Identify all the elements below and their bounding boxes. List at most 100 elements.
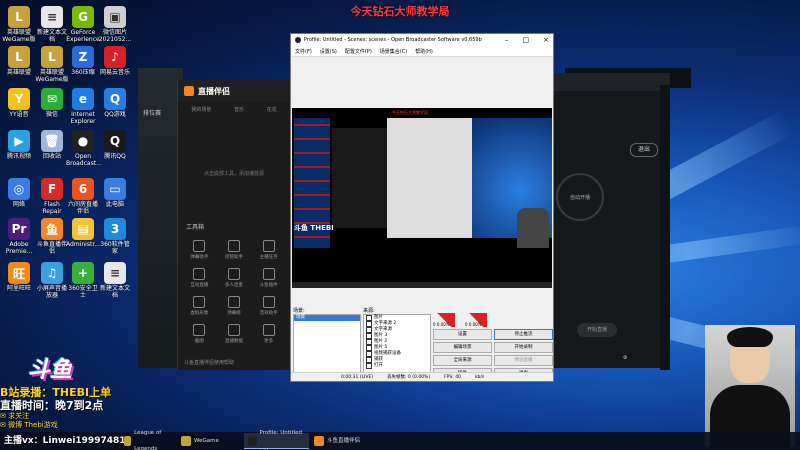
desktop-icon-label: 新建文本文档 [99, 285, 130, 299]
desktop-icon[interactable]: ✉ 微信 [35, 88, 69, 118]
desktop-icon[interactable]: ▶ 腾讯视频 [2, 130, 36, 160]
webcam-overlay [705, 325, 795, 447]
obs-logo-icon [295, 37, 301, 43]
desktop-icon[interactable]: Z 360压缩 [66, 46, 100, 76]
obs-button[interactable]: 设置 [433, 329, 492, 340]
tool-icon [262, 324, 275, 336]
toolbox-item[interactable]: 音效助手 [251, 296, 286, 316]
right-side-strip [660, 85, 670, 370]
taskbar-item-label: 斗鱼直播伴侣 [327, 438, 361, 444]
obs-window-title: Profile: Untitled - Scenes: scenes - Ope… [304, 37, 482, 43]
desktop-icon[interactable]: Y YY语音 [2, 88, 36, 118]
desktop-icon[interactable]: 🗑 回收站 [35, 130, 69, 160]
dropped-frames: 丢失帧数: 0 (0.00%) [387, 375, 431, 380]
toolbox-item[interactable]: 直播数据 [217, 324, 252, 344]
auto-stream-toggle[interactable]: 自动开播 [556, 173, 604, 221]
obs-button[interactable]: 开始录制 [494, 342, 553, 353]
menu-scene-collection[interactable]: 场景集合(C) [380, 48, 407, 55]
desktop-icon[interactable]: 鱼斗鱼直播伴侣 [35, 218, 69, 255]
toolbox-item[interactable]: 截图 [182, 324, 217, 344]
desktop-icon[interactable]: e Internet Explorer [66, 88, 100, 125]
start-stream-button[interactable]: 开始直播 [577, 323, 617, 337]
desktop-icon[interactable]: ▣ 微信图片 2021052... [98, 6, 132, 43]
source-visibility-checkbox[interactable] [366, 363, 372, 369]
maximize-icon[interactable]: □ [523, 34, 530, 46]
toolbox-item-label: 弹幕姬 [227, 311, 241, 316]
desktop-app-icon: e [72, 88, 94, 110]
scene-item[interactable]: 场景 [294, 315, 360, 321]
taskbar-item[interactable]: WeGame [177, 433, 242, 449]
menu-profile[interactable]: 配置文件(P) [345, 48, 372, 55]
toolbox-item[interactable]: 房管助手 [217, 240, 252, 260]
desktop-icon[interactable]: Q QQ游戏 [98, 88, 132, 118]
settings-gear-icon[interactable]: ⚙ [623, 355, 627, 361]
desktop-app-icon: Pr [8, 218, 30, 240]
exit-button[interactable]: 退出 [630, 143, 658, 157]
desktop-app-icon: Y [8, 88, 30, 110]
desktop-icon[interactable]: ♫ 小屏声音播放器 [35, 262, 69, 299]
obs-button[interactable]: 编辑场景 [433, 342, 492, 353]
tool-icon [193, 240, 206, 252]
minimize-icon[interactable]: – [505, 34, 509, 46]
taskbar-item-label: Profile: Untitled - ... [259, 429, 303, 450]
obs-button[interactable]: 全局来源 [433, 355, 492, 366]
scenes-list[interactable]: 场景 [293, 314, 361, 376]
desktop-icon-label: QQ游戏 [104, 111, 126, 118]
desktop-icon[interactable]: L 英雄联盟 WeGame版 [2, 6, 36, 43]
desktop-icon[interactable]: 3 360软件管家 [98, 218, 132, 255]
desktop-icon[interactable]: ≡ 新建文本文档 [98, 262, 132, 299]
toolbox-item[interactable]: 主播任务 [251, 240, 286, 260]
desktop-icon[interactable]: G GeForce Experience [66, 6, 100, 43]
obs-button[interactable]: 预览直播 [494, 355, 553, 366]
toolbox-item-label: 截图 [194, 339, 204, 344]
stream-time: 0:00:31 (LIVE) [341, 375, 374, 380]
preview-launcher [332, 128, 387, 228]
desktop-icon[interactable]: ◎ 网络 [2, 178, 36, 208]
desktop-icon-label: YY语音 [9, 111, 29, 118]
taskbar-item[interactable]: 斗鱼直播伴侣 [310, 433, 370, 449]
toolbox-item[interactable]: 斗鱼插件 [251, 268, 286, 288]
desktop-icon[interactable]: Q 腾讯QQ [98, 130, 132, 160]
toolbox-item[interactable]: 多人连麦 [217, 268, 252, 288]
obs-titlebar: Profile: Untitled - Scenes: scenes - Ope… [291, 34, 553, 46]
ranked-tab[interactable]: 排位赛 [143, 108, 161, 117]
desktop-icon-label: 腾讯视频 [6, 153, 31, 160]
toolbox-item[interactable]: 弹幕助手 [182, 240, 217, 260]
tab-scenes[interactable]: 我的场景 [191, 106, 211, 113]
desktop-icon[interactable]: ▤ Administr... [66, 218, 100, 248]
preview-overlay-title: 今天钻石大师教学局 [392, 110, 428, 115]
desktop-icon-label: Flash Repair [42, 201, 62, 215]
companion-help-link[interactable]: 斗鱼直播伴侣使用帮助 [184, 359, 234, 366]
desktop-app-icon: 3 [104, 218, 126, 240]
desktop-icon-label: 360安全卫士 [68, 285, 98, 299]
toolbox-item[interactable]: 互动直播 [182, 268, 217, 288]
desktop-icon[interactable]: +360安全卫士 [66, 262, 100, 299]
taskbar-item[interactable]: League of Legends [120, 430, 175, 450]
desktop-app-icon: ♪ [104, 46, 126, 68]
desktop-icon[interactable]: ● Open Broadcast... [66, 130, 102, 167]
desktop-icon[interactable]: L 英雄联盟 WeGame版 [35, 46, 69, 83]
desktop-icon[interactable]: 6 六间房直播伴侣 [66, 178, 100, 215]
toolbox-item[interactable]: 弹幕姬 [217, 296, 252, 316]
desktop-icon[interactable]: ♪ 网易云音乐 [98, 46, 132, 76]
preview-taskbar [292, 282, 552, 288]
menu-settings[interactable]: 设置(S) [320, 48, 337, 55]
toolbox-item[interactable]: 更多 [251, 324, 286, 344]
tab-gifts[interactable]: 花花 [267, 106, 277, 113]
close-icon[interactable]: × [543, 34, 549, 46]
desktop-icon-label: 腾讯QQ [104, 153, 126, 160]
toolbox-item[interactable]: 虚拟形象 [182, 296, 217, 316]
desktop-icon[interactable]: ▭ 此电脑 [98, 178, 132, 208]
desktop-icon[interactable]: F Flash Repair [35, 178, 69, 215]
desktop-icon[interactable]: L 英雄联盟 [2, 46, 36, 76]
source-item[interactable]: 打开 [364, 363, 430, 369]
sources-list[interactable]: 图片 文字来源 2 文字来源 图片 3 图片 2 图片 5 视频捕获设备 捕获 打开 [363, 314, 431, 376]
desktop-icon[interactable]: Pr Adobe Premie... [2, 218, 36, 255]
menu-help[interactable]: 帮助(H) [415, 48, 433, 55]
taskbar-item[interactable]: Profile: Untitled - ... [244, 430, 309, 450]
desktop-icon[interactable]: 旺阿里旺旺 [2, 262, 36, 292]
desktop-icon[interactable]: ≡ 新建文本文档 [35, 6, 69, 43]
menu-file[interactable]: 文件(F) [295, 48, 312, 55]
obs-button[interactable]: 停止推流 [494, 329, 553, 340]
tab-music[interactable]: 音乐 [234, 106, 244, 113]
